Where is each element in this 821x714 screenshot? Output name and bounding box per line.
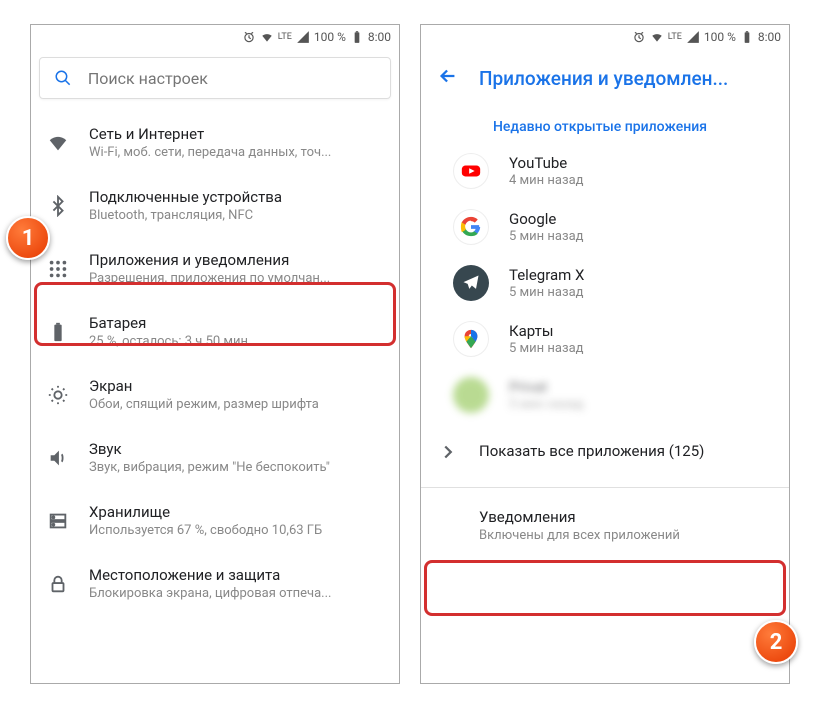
item-title: Местоположение и защита [89, 566, 383, 584]
item-subtitle: Bluetooth, трансляция, NFC [89, 208, 383, 223]
settings-item-connected[interactable]: Подключенные устройства Bluetooth, трансл… [31, 174, 399, 237]
item-title: Сеть и Интернет [89, 125, 383, 143]
callout-2: 2 [754, 620, 798, 664]
wifi-icon [650, 30, 664, 44]
signal-icon [296, 30, 310, 44]
apps-notifications-screen: LTE 100 % 8:00 Приложения и уведомлен...… [420, 24, 790, 684]
status-bar: LTE 100 % 8:00 [421, 25, 789, 49]
item-title: Хранилище [89, 503, 383, 521]
section-recent-apps: Недавно открытые приложения [421, 103, 789, 143]
clock-time: 8:00 [368, 30, 391, 44]
network-label: LTE [668, 33, 682, 42]
app-item-blurred[interactable]: Privat5 мин назад [421, 367, 789, 423]
screen-header: Приложения и уведомлен... [421, 49, 789, 103]
callout-1: 1 [6, 216, 50, 260]
divider [421, 487, 789, 488]
app-subtitle: 4 мин назад [509, 173, 773, 188]
search-input[interactable] [88, 69, 376, 88]
item-title: Уведомления [479, 508, 773, 526]
app-item-youtube[interactable]: YouTube4 мин назад [421, 143, 789, 199]
item-subtitle: Wi-Fi, моб. сети, передача данных, точ..… [89, 145, 383, 160]
telegram-icon [453, 265, 489, 301]
wifi-icon [260, 30, 274, 44]
status-bar: LTE 100 % 8:00 [31, 25, 399, 49]
app-item-google[interactable]: Google5 мин назад [421, 199, 789, 255]
app-title: YouTube [509, 154, 773, 172]
search-bar[interactable] [39, 57, 391, 99]
search-icon [54, 68, 72, 88]
signal-icon [686, 30, 700, 44]
app-icon [453, 377, 489, 413]
battery-icon [47, 321, 69, 343]
app-subtitle: 5 мин назад [509, 285, 773, 300]
brightness-icon [47, 384, 69, 406]
network-label: LTE [278, 33, 292, 42]
wifi-icon [47, 132, 69, 154]
app-item-maps[interactable]: Карты5 мин назад [421, 311, 789, 367]
maps-icon [453, 321, 489, 357]
battery-icon [740, 30, 754, 44]
app-subtitle: 5 мин назад [509, 229, 773, 244]
bluetooth-icon [47, 195, 69, 217]
app-item-telegram[interactable]: Telegram X5 мин назад [421, 255, 789, 311]
item-title: Звук [89, 440, 383, 458]
settings-item-sound[interactable]: Звук Звук, вибрация, режим "Не беспокоить… [31, 426, 399, 489]
item-subtitle: 25 %, осталось: 3 ч 50 мин [89, 334, 383, 349]
item-title: Подключенные устройства [89, 188, 383, 206]
settings-list: Сеть и Интернет Wi-Fi, моб. сети, передач… [31, 107, 399, 619]
alarm-icon [242, 30, 256, 44]
chevron-right-icon [437, 441, 459, 463]
item-subtitle: Разрешения, приложения по умолчан... [89, 271, 383, 286]
item-title: Батарея [89, 314, 383, 332]
battery-percent: 100 % [314, 30, 346, 44]
item-subtitle: Используется 67 %, свободно 10,63 ГБ [89, 523, 383, 538]
settings-item-display[interactable]: Экран Обои, спящий режим, размер шрифта [31, 363, 399, 426]
youtube-icon [453, 153, 489, 189]
battery-icon [350, 30, 364, 44]
settings-item-network[interactable]: Сеть и Интернет Wi-Fi, моб. сети, передач… [31, 111, 399, 174]
alarm-icon [632, 30, 646, 44]
app-title: Карты [509, 322, 773, 340]
settings-item-security[interactable]: Местоположение и защита Блокировка экрана… [31, 552, 399, 615]
item-subtitle: Блокировка экрана, цифровая отпеча... [89, 586, 383, 601]
app-title: Privat [509, 378, 773, 396]
apps-icon [47, 258, 69, 280]
app-subtitle: 5 мин назад [509, 397, 773, 412]
item-title: Экран [89, 377, 383, 395]
show-all-apps[interactable]: Показать все приложения (125) [421, 423, 789, 481]
app-title: Telegram X [509, 266, 773, 284]
clock-time: 8:00 [758, 30, 781, 44]
item-subtitle: Включены для всех приложений [479, 528, 773, 543]
item-title: Приложения и уведомления [89, 251, 383, 269]
volume-icon [47, 447, 69, 469]
settings-item-battery[interactable]: Батарея 25 %, осталось: 3 ч 50 мин [31, 300, 399, 363]
google-icon [453, 209, 489, 245]
settings-main-screen: LTE 100 % 8:00 Сеть и Интернет Wi-Fi, моб… [30, 24, 400, 684]
notifications-item[interactable]: Уведомления Включены для всех приложений [421, 494, 789, 557]
item-subtitle: Звук, вибрация, режим "Не беспокоить" [89, 460, 383, 475]
header-title: Приложения и уведомлен... [479, 67, 728, 90]
back-button[interactable] [437, 65, 459, 91]
storage-icon [47, 510, 69, 532]
app-title: Google [509, 210, 773, 228]
settings-item-storage[interactable]: Хранилище Используется 67 %, свободно 10,… [31, 489, 399, 552]
settings-item-apps[interactable]: Приложения и уведомления Разрешения, прил… [31, 237, 399, 300]
item-subtitle: Обои, спящий режим, размер шрифта [89, 397, 383, 412]
lock-icon [47, 573, 69, 595]
app-subtitle: 5 мин назад [509, 341, 773, 356]
show-all-label: Показать все приложения (125) [479, 442, 773, 460]
battery-percent: 100 % [704, 30, 736, 44]
